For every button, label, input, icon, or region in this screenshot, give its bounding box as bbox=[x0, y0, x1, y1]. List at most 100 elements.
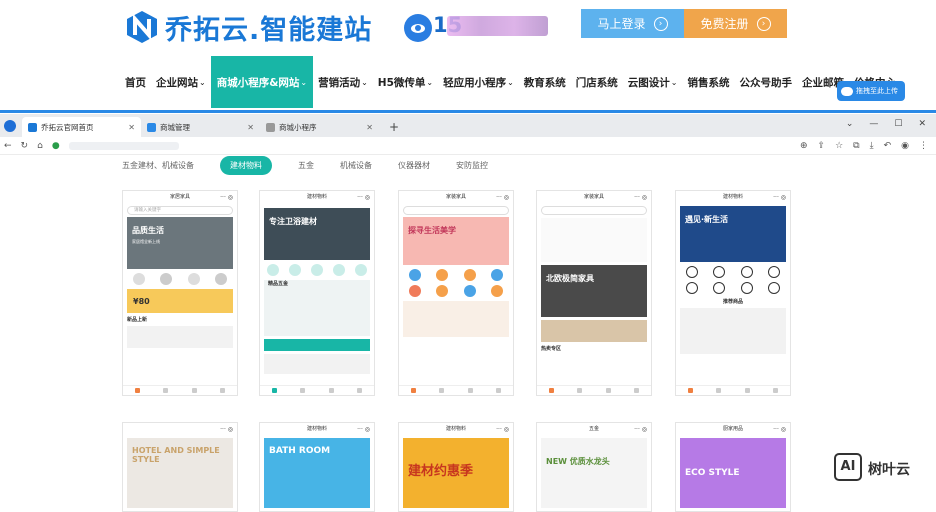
template-card[interactable]: 建材物料 ··· ◎ 遇见·新生活 推荐商品 bbox=[675, 190, 791, 396]
card-title: 建材物料 bbox=[306, 426, 327, 432]
nav-item-sales[interactable]: 销售系统 bbox=[682, 56, 734, 108]
category-icon bbox=[355, 264, 367, 276]
site-logo-text[interactable]: 乔拓云.智能建站 bbox=[165, 8, 372, 47]
nav-item-education[interactable]: 教育系统 bbox=[519, 56, 571, 108]
close-window-icon[interactable]: ✕ bbox=[918, 119, 926, 129]
tab-home[interactable]: 乔拓云官网首页 ✕ bbox=[22, 117, 141, 137]
logo-icon bbox=[127, 11, 157, 43]
card-banner: NEW 优质水龙头 bbox=[541, 438, 647, 508]
card-banner: ECO STYLE bbox=[680, 438, 786, 508]
category-icon bbox=[289, 264, 301, 276]
close-icon[interactable]: ✕ bbox=[128, 123, 135, 132]
upload-label: 拖拽至此上传 bbox=[856, 87, 898, 95]
category-icon bbox=[685, 282, 698, 294]
favicon-icon bbox=[28, 122, 37, 132]
more-icon: ··· ◎ bbox=[220, 426, 233, 433]
window-controls: ⌄ — ☐ ✕ bbox=[846, 119, 926, 129]
category-icon bbox=[768, 266, 781, 278]
site-header: 乔拓云.智能建站 15 马上登录 › 免费注册 › 首页 企业网站⌄ 商城小程序… bbox=[0, 0, 936, 112]
template-card[interactable]: 五金 ··· ◎ NEW 优质水龙头 bbox=[536, 422, 652, 512]
card-bottom-nav bbox=[399, 385, 513, 395]
category-icon bbox=[768, 282, 781, 294]
template-card[interactable]: 厨家用品 ··· ◎ ECO STYLE bbox=[675, 422, 791, 512]
divider bbox=[0, 110, 936, 113]
home-icon[interactable]: ⌂ bbox=[37, 141, 43, 151]
category-icon bbox=[333, 264, 345, 276]
category-icon bbox=[187, 273, 200, 285]
category-icon bbox=[685, 266, 698, 278]
category-icon bbox=[408, 285, 421, 297]
share-icon[interactable]: ⇪ bbox=[818, 141, 826, 151]
category-item[interactable]: 五金建材、机械设备 bbox=[122, 160, 194, 171]
nav-item-marketing[interactable]: 营销活动 ⌄ bbox=[313, 56, 373, 108]
card-title: 建材物料 bbox=[722, 194, 743, 200]
upload-button[interactable]: 拖拽至此上传 bbox=[837, 81, 905, 101]
main-nav: 首页 企业网站 ⌄ 商城小程序&网站 ⌄ 营销活动 ⌄ H5微传单 ⌄ 轻应用小程序 ⌄ … bbox=[120, 56, 901, 108]
menu-icon[interactable]: ⋮ bbox=[919, 141, 928, 151]
nav-item-enterprise-site[interactable]: 企业网站 ⌄ bbox=[151, 56, 211, 108]
profile-icon[interactable]: ◉ bbox=[901, 141, 909, 151]
tab-mall-miniapp[interactable]: 商城小程序 ✕ bbox=[260, 117, 379, 137]
nav-item-light-app[interactable]: 轻应用小程序 ⌄ bbox=[438, 56, 519, 108]
more-icon: ··· ◎ bbox=[496, 194, 509, 201]
nav-item-official-account[interactable]: 公众号助手 bbox=[734, 56, 797, 108]
new-tab-icon[interactable]: + bbox=[389, 120, 399, 134]
chevron-down-icon: ⌄ bbox=[426, 77, 434, 87]
coupon: ¥80 bbox=[127, 289, 233, 313]
nav-item-mall[interactable]: 商城小程序&网站 ⌄ bbox=[210, 56, 314, 108]
card-title: 厨家用品 bbox=[722, 426, 743, 432]
nav-item-cloud-design[interactable]: 云图设计 ⌄ bbox=[623, 56, 683, 108]
nav-item-h5[interactable]: H5微传单 ⌄ bbox=[373, 56, 438, 108]
template-card[interactable]: ··· ◎ HOTEL AND SIMPLE STYLE bbox=[122, 422, 238, 512]
more-icon: ··· ◎ bbox=[357, 426, 370, 433]
url-field[interactable] bbox=[68, 141, 179, 150]
undo-icon[interactable]: ↶ bbox=[884, 141, 892, 151]
ai-logo-icon: AI bbox=[834, 453, 862, 481]
card-bottom-nav bbox=[123, 385, 237, 395]
collections-icon[interactable]: ⧉ bbox=[853, 141, 859, 151]
template-card[interactable]: 家居家具 ··· ◎ 请输入关键字 品质生活 家居馆全新上线 ¥80 新品上新 bbox=[122, 190, 238, 396]
zoom-icon[interactable]: ⊕ bbox=[800, 141, 808, 151]
category-icon bbox=[740, 266, 753, 278]
minimize-icon[interactable]: — bbox=[869, 119, 878, 129]
nav-item-store[interactable]: 门店系统 bbox=[571, 56, 623, 108]
card-banner: 遇见·新生活 bbox=[680, 206, 786, 262]
template-card[interactable]: 家装家具 ··· ◎ 北欧极简家具 热卖专区 bbox=[536, 190, 652, 396]
category-item[interactable]: 仪器器材 bbox=[398, 160, 430, 171]
card-title: 建材物料 bbox=[445, 426, 466, 432]
category-item[interactable]: 机械设备 bbox=[340, 160, 372, 171]
chevron-down-icon: ⌄ bbox=[361, 77, 368, 87]
card-banner: 专注卫浴建材 bbox=[264, 208, 370, 260]
star-icon[interactable]: ☆ bbox=[835, 141, 843, 151]
section-title: 精品五金 bbox=[268, 281, 289, 287]
register-button[interactable]: 免费注册 › bbox=[684, 9, 787, 38]
close-icon[interactable]: ✕ bbox=[366, 123, 373, 132]
browser-icon[interactable] bbox=[4, 120, 16, 132]
close-icon[interactable]: ✕ bbox=[247, 123, 254, 132]
more-icon: ··· ◎ bbox=[220, 194, 233, 201]
category-item[interactable]: 五金 bbox=[298, 160, 314, 171]
category-icon bbox=[463, 285, 476, 297]
tab-mall-admin[interactable]: 商城管理 ✕ bbox=[141, 117, 260, 137]
chevron-down-icon: ⌄ bbox=[199, 77, 206, 87]
category-item-active[interactable]: 建材物料 bbox=[220, 156, 272, 175]
downloads-icon[interactable]: ⤓ bbox=[870, 141, 874, 151]
template-card[interactable]: 建材物料 ··· ◎ 专注卫浴建材 精品五金 bbox=[259, 190, 375, 396]
refresh-icon[interactable]: ↻ bbox=[21, 141, 29, 151]
template-card[interactable]: 家装家具 ··· ◎ 探寻生活美学 bbox=[398, 190, 514, 396]
template-card[interactable]: 建材物料 ··· ◎ 建材约惠季 bbox=[398, 422, 514, 512]
login-button[interactable]: 马上登录 › bbox=[581, 9, 684, 38]
lock-icon: ● bbox=[51, 140, 60, 151]
card-bottom-nav bbox=[676, 385, 790, 395]
template-card[interactable]: 建材物料 ··· ◎ BATH ROOM bbox=[259, 422, 375, 512]
section-title: 新品上新 bbox=[127, 317, 148, 323]
card-banner: 探寻生活美学 bbox=[403, 217, 509, 265]
category-icon bbox=[740, 282, 753, 294]
nav-item-home[interactable]: 首页 bbox=[120, 56, 151, 108]
maximize-icon[interactable]: ☐ bbox=[894, 119, 902, 129]
back-icon[interactable]: ← bbox=[4, 141, 12, 151]
category-item[interactable]: 安防监控 bbox=[456, 160, 488, 171]
tab-list-icon[interactable]: ⌄ bbox=[846, 119, 854, 129]
section-title: 推荐商品 bbox=[722, 299, 743, 305]
card-title: 家居家具 bbox=[169, 194, 190, 200]
